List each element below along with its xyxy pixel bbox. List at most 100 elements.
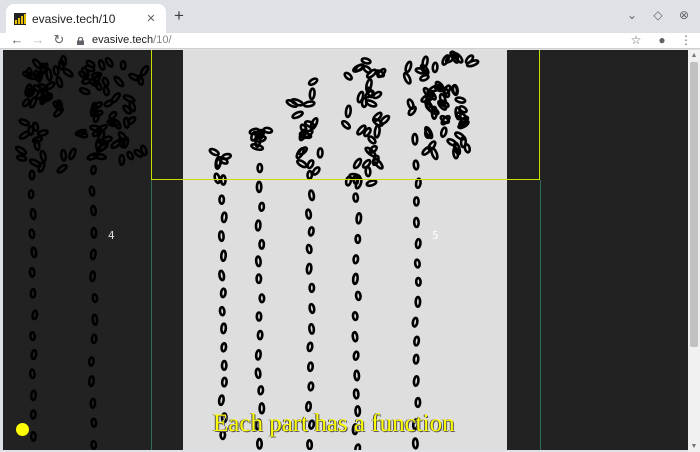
tree-segment: [258, 201, 266, 212]
tree-segment: [412, 196, 420, 207]
tree-segment: [118, 153, 126, 166]
tree-segment: [355, 212, 363, 225]
tree-segment: [126, 150, 135, 161]
browser-tab[interactable]: evasive.tech/10 ✕: [6, 4, 166, 33]
tree-segment: [351, 311, 359, 322]
tree-segment: [354, 233, 362, 245]
tree-segment: [414, 237, 422, 250]
tree-segment: [306, 341, 314, 353]
tree-segment: [36, 129, 49, 137]
tree-segment: [29, 207, 37, 221]
tree-segment: [352, 254, 360, 265]
tree-segment: [18, 118, 31, 127]
tree-segment: [254, 255, 262, 268]
tree-segment: [30, 389, 37, 402]
tree-segment: [255, 311, 263, 322]
tree-segment: [255, 180, 263, 194]
tree-segment: [88, 375, 95, 388]
tree-segment: [68, 147, 77, 161]
tree-segment: [308, 282, 316, 294]
tree-segment: [85, 59, 96, 69]
new-tab-button[interactable]: +: [170, 7, 188, 25]
scroll-down-icon[interactable]: ▼: [690, 443, 698, 450]
tree-segment: [258, 238, 266, 250]
tree-segment: [411, 316, 419, 328]
tree-segment: [254, 367, 262, 380]
tree-segment: [305, 208, 313, 220]
tree-segment: [412, 353, 420, 365]
url-path: /10/: [153, 34, 172, 46]
tree-segment: [351, 330, 359, 343]
tab-close-icon[interactable]: ✕: [144, 12, 158, 25]
tree-segment: [113, 75, 125, 88]
tree-segment: [90, 439, 98, 450]
browser-toolbar: ← → ↻ evasive.tech/10/ ☆ ● ⋮: [0, 33, 700, 49]
tree-segment: [101, 76, 110, 87]
tab-title: evasive.tech/10: [32, 11, 116, 26]
forward-icon[interactable]: →: [30, 33, 46, 47]
tab-strip: evasive.tech/10 ✕ + ⌄ ◇ ⊗: [0, 0, 700, 33]
page-viewport: 4 5 Each part has a function: [3, 50, 688, 450]
scroll-up-icon[interactable]: ▲: [690, 52, 698, 59]
tree-segment: [354, 443, 362, 450]
tree-segment: [29, 430, 37, 442]
tree-segment: [305, 243, 313, 255]
caption-text: Each part has a function: [213, 410, 455, 437]
tree-segment: [29, 288, 37, 299]
tree-segment: [89, 397, 97, 409]
tree-segment: [308, 322, 316, 335]
highlight-box: [151, 50, 540, 180]
tree-segment: [255, 437, 264, 450]
tree-segment: [90, 204, 97, 217]
close-window-icon[interactable]: ⊗: [676, 8, 692, 22]
tree-segment: [78, 86, 91, 96]
tree-segment: [220, 376, 228, 388]
indicator-dot[interactable]: [16, 423, 29, 436]
tree-segment: [90, 333, 98, 345]
reload-icon[interactable]: ↻: [51, 33, 67, 47]
tree-segment: [218, 269, 226, 282]
tree-segment: [28, 228, 36, 240]
tree-segment: [414, 276, 422, 287]
tree-segment: [414, 396, 422, 409]
trees-left: [14, 54, 150, 450]
tree-segment: [108, 110, 118, 120]
tree-segment: [16, 154, 28, 162]
tree-segment: [56, 163, 68, 174]
restore-icon[interactable]: ◇: [650, 8, 666, 22]
tree-segment: [31, 121, 40, 133]
lock-icon: [77, 37, 84, 45]
tree-segment: [91, 313, 99, 326]
tree-segment: [14, 145, 28, 156]
tree-segment: [254, 349, 262, 361]
url-host: evasive.tech: [92, 34, 154, 46]
address-bar[interactable]: evasive.tech/10/: [76, 33, 648, 47]
tree-segment: [28, 266, 36, 278]
tree-segment: [102, 85, 111, 97]
tree-segment: [89, 248, 97, 261]
tree-segment: [28, 169, 36, 181]
tree-segment: [127, 115, 137, 125]
bookmark-star-icon[interactable]: ☆: [628, 33, 644, 47]
tree-segment: [103, 99, 114, 108]
scroll-thumb[interactable]: [690, 62, 698, 347]
tree-segment: [412, 375, 420, 387]
tree-segment: [306, 439, 314, 450]
tree-segment: [90, 226, 98, 239]
tree-segment: [258, 293, 266, 304]
tree-segment: [29, 330, 37, 342]
tree-segment: [88, 185, 96, 197]
back-icon[interactable]: ←: [9, 33, 25, 47]
tree-segment: [139, 64, 150, 77]
minimize-icon[interactable]: ⌄: [624, 8, 640, 22]
menu-icon[interactable]: ⋮: [678, 33, 694, 47]
vertical-scrollbar[interactable]: ▲ ▼: [688, 50, 700, 452]
tree-segment: [53, 106, 64, 118]
tree-segment: [55, 75, 64, 89]
tree-segment: [30, 246, 38, 259]
tree-segment: [305, 262, 313, 275]
tree-segment: [220, 342, 228, 353]
profile-icon[interactable]: ●: [654, 33, 670, 47]
tree-segment: [256, 329, 264, 341]
tree-segment: [217, 230, 225, 243]
